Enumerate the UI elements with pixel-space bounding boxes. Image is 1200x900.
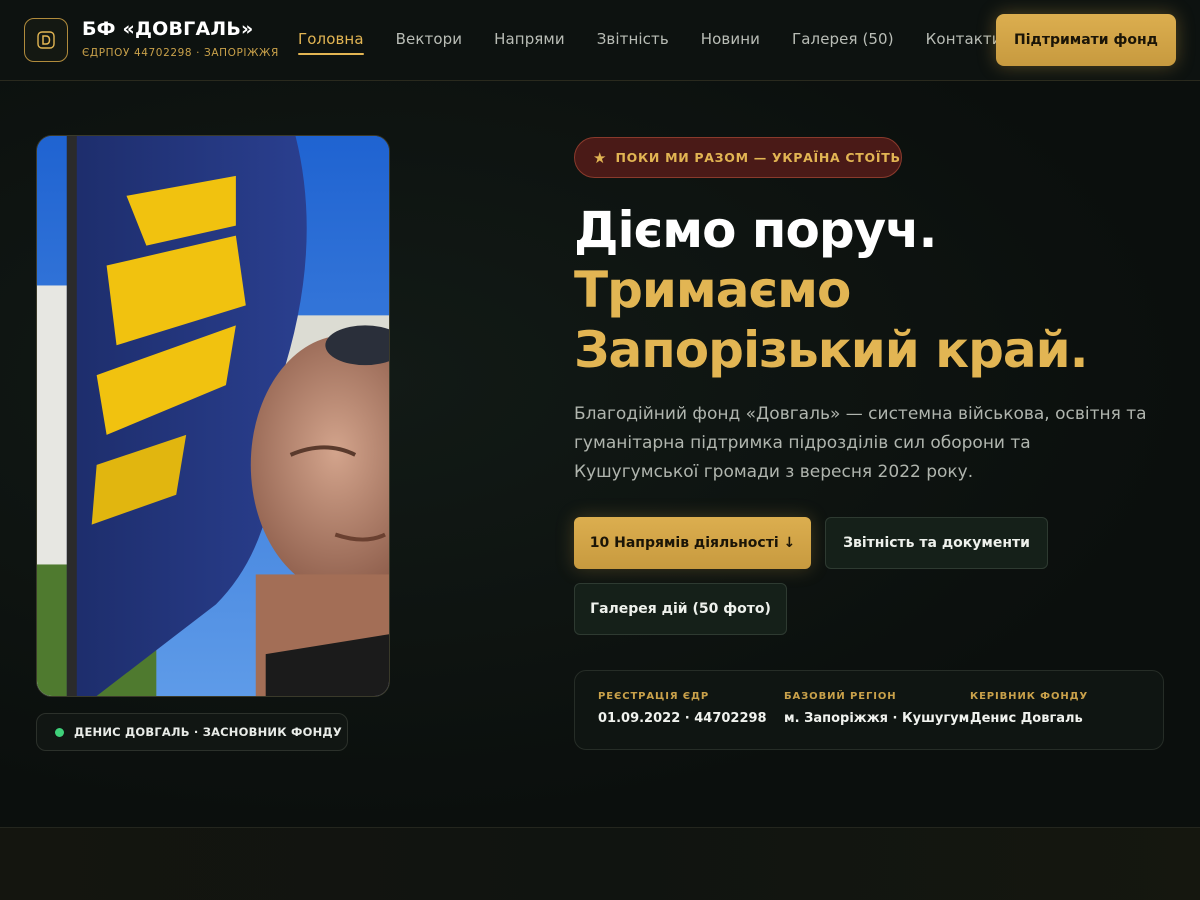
info-value: Денис Довгаль: [970, 711, 1083, 726]
nav-home[interactable]: Головна: [298, 30, 364, 55]
d-monogram-icon: [37, 31, 55, 49]
reports-button[interactable]: Звітність та документи: [825, 517, 1048, 569]
brand-registry-code: ЄДРПОУ 44702298 · ЗАПОРІЖЖЯ: [82, 47, 279, 59]
motto-badge: ★ ПОКИ МИ РАЗОМ — УКРАЇНА СТОЇТЬ: [574, 137, 902, 178]
star-icon: ★: [593, 148, 607, 167]
directions-button[interactable]: 10 Напрямів діяльності ↓: [574, 517, 811, 569]
info-head: КЕРІВНИК ФОНДУ Денис Довгаль: [970, 691, 1088, 726]
nav-vectors[interactable]: Вектори: [396, 30, 462, 48]
nav-directions[interactable]: Напрями: [494, 30, 565, 48]
nav-gallery[interactable]: Галерея (50): [792, 30, 894, 48]
headline-line-3: Запорізький край.: [574, 321, 1089, 379]
fund-info-card: РЕЄСТРАЦІЯ ЄДР 01.09.2022 · 44702298 БАЗ…: [574, 670, 1164, 750]
info-region: БАЗОВИЙ РЕГІОН м. Запоріжжя · Кушугум: [784, 691, 969, 726]
site-header: БФ «ДОВГАЛЬ» ЄДРПОУ 44702298 · ЗАПОРІЖЖЯ…: [0, 0, 1200, 81]
next-section-edge: [0, 827, 1200, 900]
support-fund-button[interactable]: Підтримати фонд: [996, 14, 1176, 66]
logo[interactable]: [24, 18, 68, 62]
status-dot: [55, 727, 64, 737]
photo-caption: ДЕНИС ДОВГАЛЬ · ЗАСНОВНИК ФОНДУ: [36, 713, 348, 751]
headline-line-2: Тримаємо: [574, 261, 851, 319]
nav-reports[interactable]: Звітність: [597, 30, 669, 48]
info-label: КЕРІВНИК ФОНДУ: [970, 691, 1089, 702]
photo-caption-text: ДЕНИС ДОВГАЛЬ · ЗАСНОВНИК ФОНДУ: [74, 725, 342, 739]
info-registration: РЕЄСТРАЦІЯ ЄДР 01.09.2022 · 44702298: [598, 691, 767, 726]
headline-line-1: Діємо поруч.: [574, 201, 938, 259]
motto-text: ПОКИ МИ РАЗОМ — УКРАЇНА СТОЇТЬ: [615, 150, 901, 165]
info-label: БАЗОВИЙ РЕГІОН: [784, 691, 897, 702]
hero-headline: Діємо поруч. Тримаємо Запорізький край.: [574, 200, 1174, 380]
founder-photo: [36, 135, 390, 697]
main-nav: Головна Вектори Напрями Звітність Новини…: [298, 30, 1034, 55]
nav-contacts[interactable]: Контакти: [926, 30, 1002, 48]
nav-news[interactable]: Новини: [701, 30, 760, 48]
info-label: РЕЄСТРАЦІЯ ЄДР: [598, 691, 710, 702]
info-value: м. Запоріжжя · Кушугум: [784, 711, 970, 726]
gallery-button[interactable]: Галерея дій (50 фото): [574, 583, 787, 635]
info-value: 01.09.2022 · 44702298: [598, 711, 767, 726]
brand-name[interactable]: БФ «ДОВГАЛЬ»: [82, 18, 254, 40]
hero-lead: Благодійний фонд «Довгаль» — системна ві…: [574, 404, 1147, 482]
founder-photo-image: [37, 136, 389, 696]
